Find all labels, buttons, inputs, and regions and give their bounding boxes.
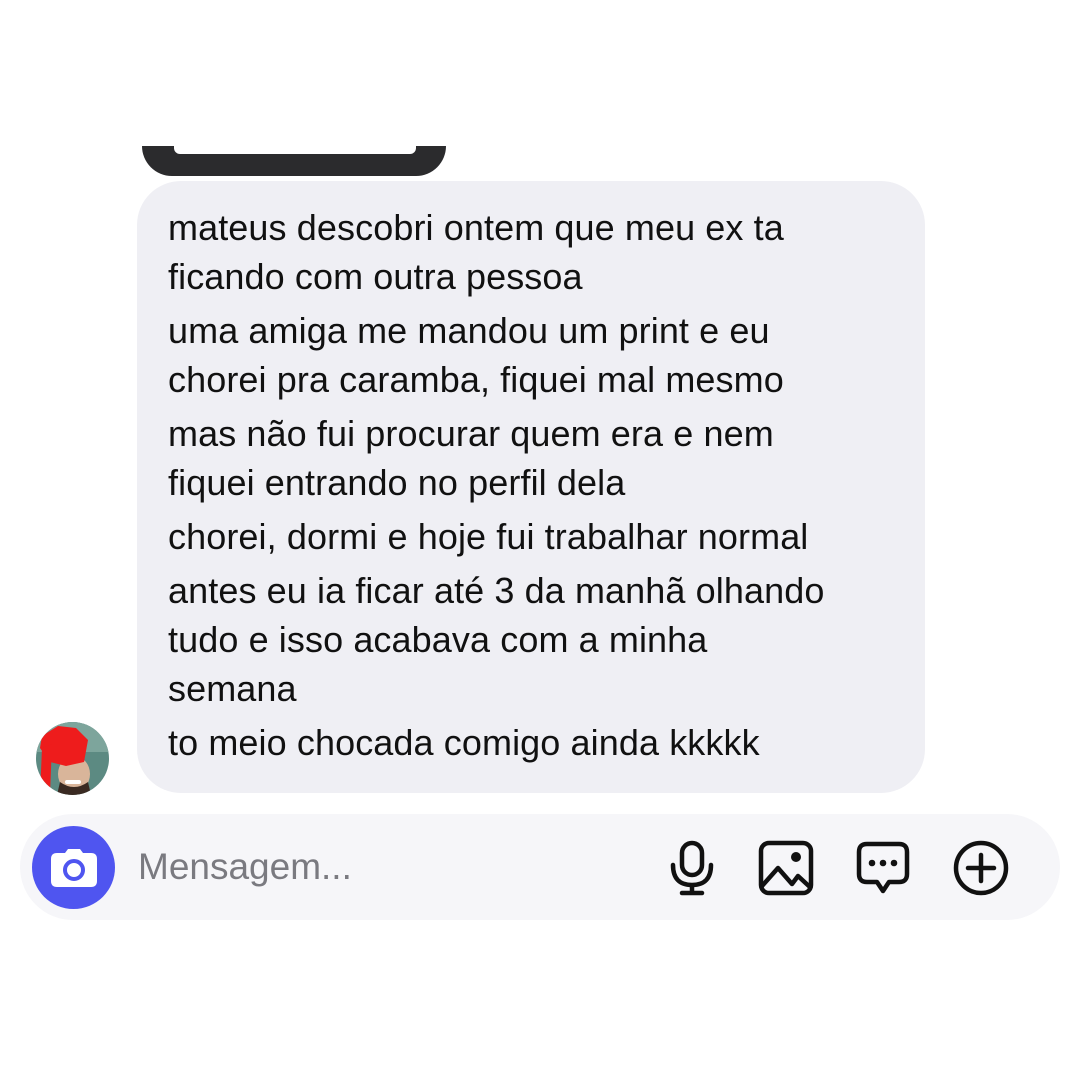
received-message-bubble[interactable]: mateus descobri ontem que meu ex ta fica… [137,181,925,793]
message-line: mateus descobri ontem que meu ex ta [168,207,784,248]
add-button[interactable] [950,837,1012,899]
gallery-icon [758,840,814,896]
previous-message-bubble [142,146,446,176]
message-paragraph: to meio chocada comigo ainda kkkkk [168,718,895,767]
sender-avatar[interactable] [36,722,109,795]
camera-icon [50,848,97,887]
message-paragraph: mateus descobri ontem que meu ex ta fica… [168,203,895,301]
message-composer [20,814,1060,920]
chat-bubble-icon [856,841,910,894]
message-line: semana [168,668,297,709]
microphone-button[interactable] [661,837,723,899]
message-line: chorei, dormi e hoje fui trabalhar norma… [168,516,809,557]
avatar-image [36,722,109,795]
gallery-button[interactable] [755,837,817,899]
plus-circle-icon [953,840,1009,896]
camera-button[interactable] [32,826,115,909]
message-input[interactable] [138,842,618,892]
message-line: uma amiga me mandou um print e eu [168,310,770,351]
message-line: mas não fui procurar quem era e nem [168,413,774,454]
message-line: ficando com outra pessoa [168,256,583,297]
message-line: chorei pra caramba, fiquei mal mesmo [168,359,784,400]
microphone-icon [670,840,714,896]
message-line: tudo e isso acabava com a minha [168,619,708,660]
message-line: fiquei entrando no perfil dela [168,462,626,503]
message-line: antes eu ia ficar até 3 da manhã olhando [168,570,825,611]
message-line: to meio chocada comigo ainda kkkkk [168,722,760,763]
sticker-button[interactable] [852,837,914,899]
chat-screen: mateus descobri ontem que meu ex ta fica… [0,0,1080,1080]
message-paragraph: chorei, dormi e hoje fui trabalhar norma… [168,512,895,561]
message-paragraph: uma amiga me mandou um print e eu chorei… [168,306,895,404]
message-paragraph: antes eu ia ficar até 3 da manhã olhando… [168,566,895,713]
message-paragraph: mas não fui procurar quem era e nem fiqu… [168,409,895,507]
